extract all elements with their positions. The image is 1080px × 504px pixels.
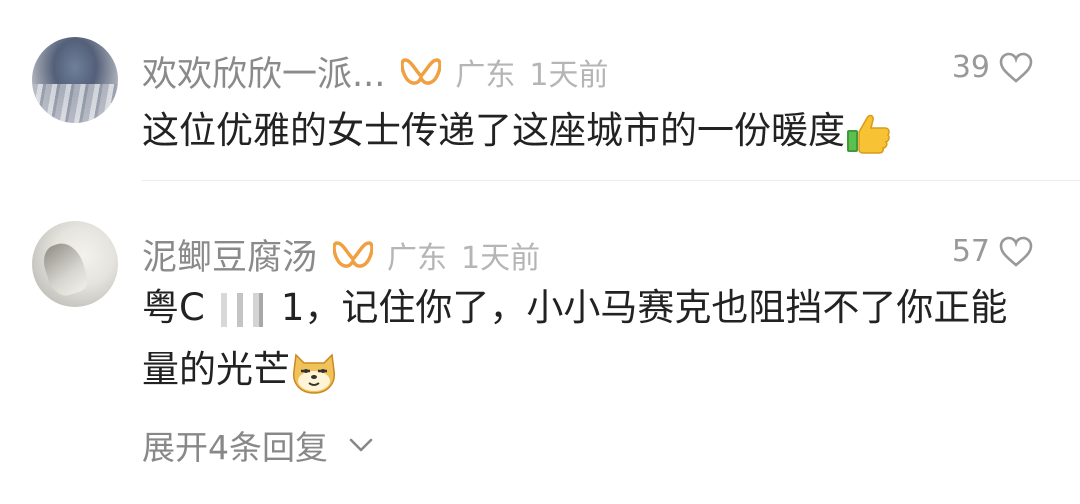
doge-icon <box>292 352 336 394</box>
comment-item: 泥鲫豆腐汤 广东 1天前 57 粤C 1，记住你了，小小马赛克也阻挡不了你正能量的… <box>0 181 1080 504</box>
location: 广东 <box>455 57 516 93</box>
like-count: 39 <box>951 50 990 85</box>
comment-text-body: 这位优雅的女士传递了这座城市的一份暖度 <box>142 109 845 152</box>
nickname[interactable]: 泥鲫豆腐汤 <box>142 229 317 280</box>
heart-icon[interactable] <box>998 52 1034 84</box>
user-badge-icon <box>401 57 442 85</box>
user-badge-icon <box>333 240 374 268</box>
like-button[interactable]: 57 <box>952 234 1034 269</box>
expand-replies-button[interactable]: 展开4条回复 <box>142 421 374 469</box>
avatar[interactable] <box>32 37 118 123</box>
timestamp: 1天前 <box>529 57 609 93</box>
comment-header: 泥鲫豆腐汤 广东 1天前 <box>142 229 540 280</box>
comment-item: 欢欢欣欣一派... 广东 1天前 39 这位优雅的女士传递了这座城市的一份暖度 <box>0 0 1080 180</box>
comment-text: 这位优雅的女士传递了这座城市的一份暖度 <box>142 100 1040 162</box>
avatar[interactable] <box>32 221 118 307</box>
thumbs-up-icon <box>847 114 890 154</box>
comment-text: 粤C 1，记住你了，小小马赛克也阻挡不了你正能量的光芒 <box>142 277 1040 401</box>
like-button[interactable]: 39 <box>952 50 1034 85</box>
nickname[interactable]: 欢欢欣欣一派... <box>142 46 385 97</box>
expand-replies-label: 展开4条回复 <box>142 428 328 467</box>
heart-icon[interactable] <box>998 236 1034 268</box>
comment-header: 欢欢欣欣一派... 广东 1天前 <box>142 46 608 97</box>
mosaic-blur <box>206 292 279 327</box>
location: 广东 <box>387 240 448 276</box>
comment-text-prefix: 粤C <box>142 286 205 329</box>
like-count: 57 <box>951 234 990 269</box>
chevron-down-icon <box>349 438 373 452</box>
timestamp: 1天前 <box>461 240 541 276</box>
